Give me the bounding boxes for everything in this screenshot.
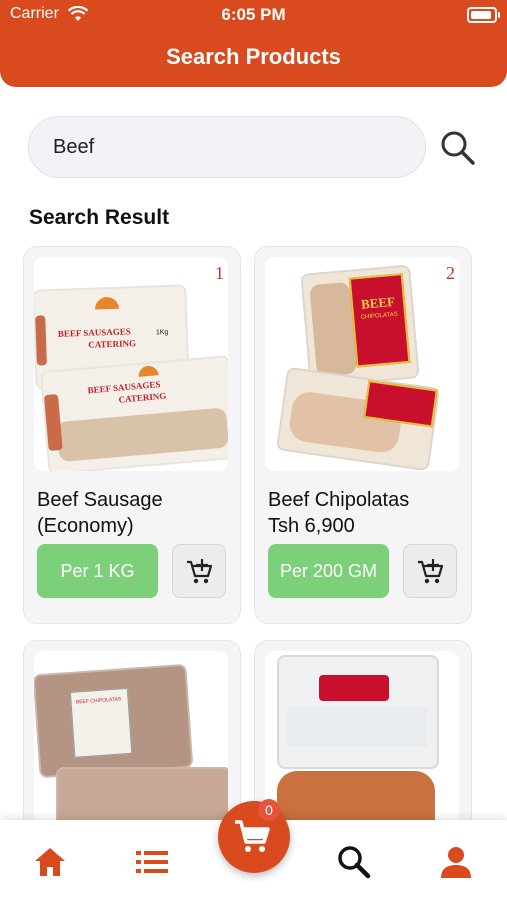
pack-weight: 1Kg xyxy=(155,328,169,337)
search-result-heading: Search Result xyxy=(29,206,170,229)
product-card[interactable]: BEEF SAUSAGES CATERING 1Kg BEEF SAUSAGES… xyxy=(23,246,241,624)
status-time: 6:05 PM xyxy=(221,5,286,24)
add-cart-icon xyxy=(187,559,213,584)
home-icon xyxy=(35,848,65,876)
product-image: BEEF CHIPOLATAS 2 xyxy=(265,257,459,471)
status-bar: Carrier 6:05 PM xyxy=(0,0,507,30)
add-to-cart-button[interactable] xyxy=(403,544,457,598)
product-rank: 1 xyxy=(215,263,224,283)
app-header: Carrier 6:05 PM Search Products xyxy=(0,0,507,87)
product-card[interactable]: BEEF CHIPOLATAS 2 Beef Chipolatas Tsh 6,… xyxy=(254,246,472,624)
product-image: BEEF SAUSAGES CATERING 1Kg BEEF SAUSAGES… xyxy=(34,257,228,471)
cart-icon xyxy=(235,820,270,852)
nav-categories-button[interactable] xyxy=(134,844,170,880)
search-button[interactable] xyxy=(440,130,476,166)
nav-search-button[interactable] xyxy=(336,844,372,880)
nav-home-button[interactable] xyxy=(32,844,68,880)
pack-label: BEEF xyxy=(360,293,396,312)
unit-button[interactable]: Per 200 GM xyxy=(268,544,389,598)
pack-label: BEEF SAUSAGES xyxy=(57,326,131,339)
nav-profile-button[interactable] xyxy=(438,844,474,880)
pack-label: CATERING xyxy=(118,390,167,405)
person-icon xyxy=(441,847,471,878)
pack-label: CATERING xyxy=(88,338,137,350)
add-to-cart-button[interactable] xyxy=(172,544,226,598)
search-input[interactable] xyxy=(28,116,426,178)
list-icon xyxy=(136,851,168,873)
add-cart-icon xyxy=(418,559,444,584)
product-rank: 2 xyxy=(446,263,455,283)
product-name: Beef Chipolatas Tsh 6,900 xyxy=(268,489,410,537)
page-title: Search Products xyxy=(166,44,341,69)
product-name: Beef Sausage (Economy) xyxy=(37,489,163,537)
unit-button[interactable]: Per 1 KG xyxy=(37,544,158,598)
cart-button[interactable]: 0 xyxy=(218,799,290,873)
cart-count-badge: 0 xyxy=(258,799,280,821)
battery-icon xyxy=(467,7,500,23)
search-icon xyxy=(338,846,371,879)
search-icon xyxy=(441,131,475,165)
